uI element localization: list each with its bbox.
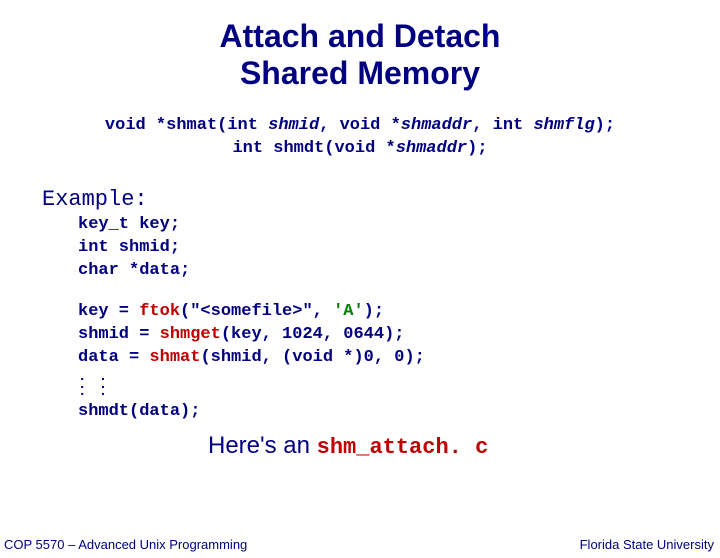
footer-university: Florida State University (580, 537, 714, 552)
proto-shmat: void *shmat(int shmid, void *shmaddr, in… (0, 114, 720, 138)
title-line-2: Shared Memory (240, 55, 480, 91)
file-reference: shm_attach. c (317, 435, 489, 460)
example-label: Example: (42, 187, 720, 212)
line-ftok: key = ftok("<somefile>", 'A'); (78, 301, 720, 324)
vertical-ellipsis-icon: . .. .. . (78, 374, 720, 397)
decl-shmid: int shmid; (78, 237, 720, 260)
code-declarations: key_t key; int shmid; char *data; (78, 214, 720, 283)
decl-key: key_t key; (78, 214, 720, 237)
title-line-1: Attach and Detach (220, 18, 501, 54)
code-detach: shmdt(data); (78, 401, 720, 424)
decl-data: char *data; (78, 260, 720, 283)
reference-line: Here's an shm_attach. c (208, 432, 720, 460)
line-shmdt: shmdt(data); (78, 401, 720, 424)
function-prototypes: void *shmat(int shmid, void *shmaddr, in… (0, 114, 720, 162)
footer-course: COP 5570 – Advanced Unix Programming (4, 537, 247, 552)
line-shmget: shmid = shmget(key, 1024, 0644); (78, 324, 720, 347)
code-body: key = ftok("<somefile>", 'A'); shmid = s… (78, 301, 720, 370)
slide-title: Attach and Detach Shared Memory (0, 18, 720, 92)
line-shmat: data = shmat(shmid, (void *)0, 0); (78, 347, 720, 370)
proto-shmdt: int shmdt(void *shmaddr); (0, 137, 720, 161)
